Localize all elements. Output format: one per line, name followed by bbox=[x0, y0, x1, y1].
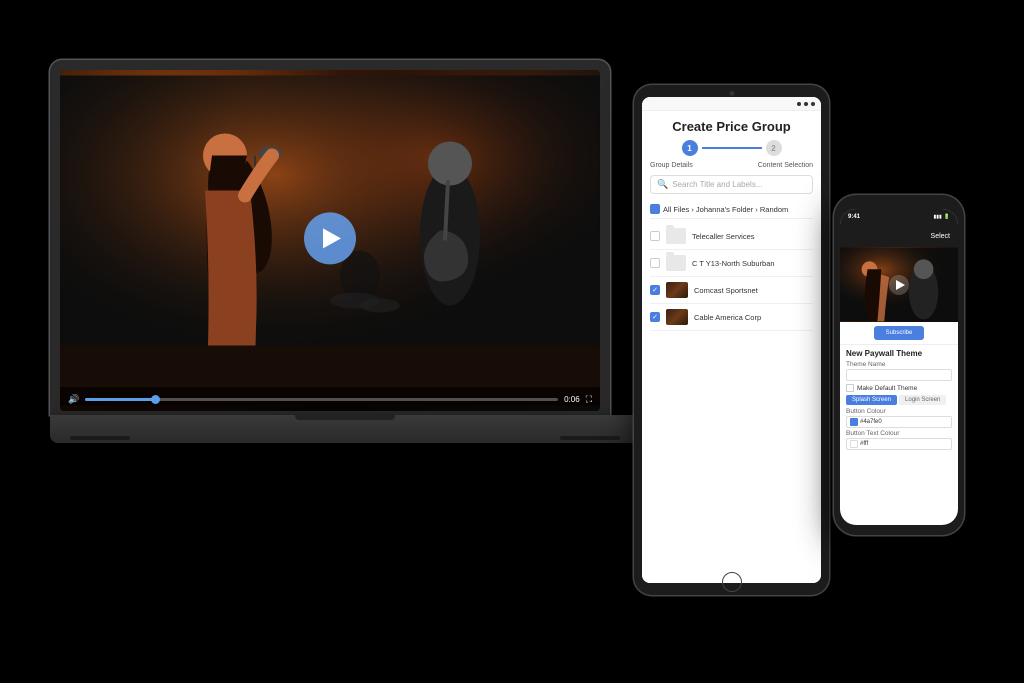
status-dot-3 bbox=[811, 102, 815, 106]
file-name-1: C T Y13-North Suburban bbox=[692, 259, 813, 268]
tablet-screen: Create Price Group 1 2 Group Details bbox=[642, 97, 821, 583]
phone-play-button[interactable] bbox=[889, 275, 909, 295]
phone-notch bbox=[879, 195, 919, 205]
video-controls[interactable]: 🔊 0:06 ⛶ bbox=[60, 387, 600, 411]
laptop-foot-left bbox=[70, 436, 130, 440]
phone-login-tab[interactable]: Login Screen bbox=[899, 395, 946, 405]
search-placeholder: Search Title and Labels... bbox=[672, 180, 762, 189]
tablet-title: Create Price Group bbox=[650, 119, 813, 134]
laptop-hinge bbox=[295, 415, 395, 420]
phone-default-row[interactable]: Make Default Theme bbox=[846, 384, 952, 392]
main-scene: 🔊 0:06 ⛶ bbox=[0, 0, 1024, 683]
laptop-base bbox=[50, 415, 640, 443]
status-dot-2 bbox=[804, 102, 808, 106]
phone-btn-colour-value: #4a7fe0 bbox=[860, 419, 882, 425]
phone-screen: 9:41 ▮▮▮ 🔋 Select bbox=[840, 209, 958, 525]
file-thumb-3 bbox=[666, 309, 688, 325]
video-player[interactable]: 🔊 0:06 ⛶ bbox=[60, 70, 600, 411]
phone-btn-text-colour-label: Button Text Colour bbox=[846, 430, 952, 437]
progress-bar[interactable] bbox=[85, 398, 558, 401]
phone-subscribe-button[interactable]: Subscribe bbox=[874, 326, 924, 340]
phone-theme-name-field[interactable] bbox=[846, 369, 952, 381]
step-1-num: 1 bbox=[687, 144, 691, 153]
steps-bar: 1 2 bbox=[650, 140, 813, 156]
phone-body: 9:41 ▮▮▮ 🔋 Select bbox=[834, 195, 964, 535]
file-item-1[interactable]: C T Y13-North Suburban bbox=[650, 250, 813, 277]
file-checkbox-3[interactable] bbox=[650, 312, 660, 322]
tablet-device: Create Price Group 1 2 Group Details bbox=[634, 85, 829, 595]
file-checkbox-0[interactable] bbox=[650, 231, 660, 241]
file-name-2: Comcast Sportsnet bbox=[694, 286, 813, 295]
file-thumb-img-3 bbox=[666, 309, 688, 325]
phone-device: 9:41 ▮▮▮ 🔋 Select bbox=[834, 195, 964, 535]
play-button[interactable] bbox=[304, 212, 356, 264]
phone-btn-colour-label: Button Colour bbox=[846, 408, 952, 415]
step-1-circle: 1 bbox=[682, 140, 698, 156]
folder-icon-1 bbox=[666, 255, 686, 271]
phone-header: Select bbox=[840, 225, 958, 247]
phone-status-icons: ▮▮▮ 🔋 bbox=[934, 214, 951, 220]
phone-play-icon bbox=[896, 280, 905, 290]
file-item-0[interactable]: Telecaller Services bbox=[650, 223, 813, 250]
step-line bbox=[702, 147, 762, 149]
tablet-body: Create Price Group 1 2 Group Details bbox=[634, 85, 829, 595]
status-dot-1 bbox=[797, 102, 801, 106]
volume-icon[interactable]: 🔊 bbox=[68, 394, 79, 405]
search-icon: 🔍 bbox=[657, 179, 668, 190]
laptop-foot-right bbox=[560, 436, 620, 440]
file-name-0: Telecaller Services bbox=[692, 232, 813, 241]
fullscreen-icon[interactable]: ⛶ bbox=[586, 394, 592, 405]
step-2-num: 2 bbox=[771, 144, 775, 153]
tablet-status-bar bbox=[642, 97, 821, 111]
tablet-home-button[interactable] bbox=[722, 572, 742, 592]
phone-btn-colour-field[interactable]: #4a7fe0 bbox=[846, 416, 952, 428]
phone-splash-tab[interactable]: Splash Screen bbox=[846, 395, 897, 405]
laptop-screen-outer: 🔊 0:06 ⛶ bbox=[50, 60, 610, 415]
phone-theme-name-label: Theme Name bbox=[846, 361, 952, 368]
file-checkbox-1[interactable] bbox=[650, 258, 660, 268]
progress-dot bbox=[151, 395, 160, 404]
step-labels: Group Details Content Selection bbox=[650, 162, 813, 169]
breadcrumb-text: All Files › Johanna's Folder › Random bbox=[663, 205, 788, 214]
play-icon bbox=[323, 228, 341, 248]
phone-paywall-section: New Paywall Theme Theme Name Make Defaul… bbox=[840, 344, 958, 456]
step-2-label: Content Selection bbox=[758, 162, 813, 169]
tablet-camera bbox=[729, 91, 734, 96]
progress-fill bbox=[85, 398, 156, 401]
phone-status-bar: 9:41 ▮▮▮ 🔋 bbox=[840, 209, 958, 225]
file-thumb-2 bbox=[666, 282, 688, 298]
file-thumb-img-2 bbox=[666, 282, 688, 298]
phone-select-button[interactable]: Select bbox=[931, 233, 950, 240]
laptop-device: 🔊 0:06 ⛶ bbox=[50, 60, 640, 480]
laptop-screen-inner: 🔊 0:06 ⛶ bbox=[60, 70, 600, 411]
step-1-label: Group Details bbox=[650, 162, 693, 169]
step-2-circle: 2 bbox=[766, 140, 782, 156]
tablet-content: Create Price Group 1 2 Group Details bbox=[642, 111, 821, 583]
file-name-3: Cable America Corp bbox=[694, 313, 813, 322]
phone-btn-text-colour-value: #fff bbox=[860, 441, 868, 447]
all-files-checkbox[interactable] bbox=[650, 204, 660, 214]
phone-btn-colour-swatch bbox=[850, 418, 858, 426]
phone-video-thumb[interactable] bbox=[840, 247, 958, 322]
phone-time: 9:41 bbox=[848, 214, 860, 220]
phone-signal-icon: ▮▮▮ bbox=[934, 214, 942, 220]
phone-tab-row: Splash Screen Login Screen bbox=[846, 395, 952, 405]
phone-battery-icon: 🔋 bbox=[944, 214, 950, 220]
phone-paywall-title: New Paywall Theme bbox=[846, 349, 952, 358]
file-item-3[interactable]: Cable America Corp bbox=[650, 304, 813, 331]
file-item-2[interactable]: Comcast Sportsnet bbox=[650, 277, 813, 304]
phone-default-checkbox[interactable] bbox=[846, 384, 854, 392]
phone-btn-text-colour-field[interactable]: #fff bbox=[846, 438, 952, 450]
video-time: 0:06 bbox=[564, 395, 580, 404]
phone-default-label: Make Default Theme bbox=[857, 385, 917, 392]
breadcrumb-row: All Files › Johanna's Folder › Random bbox=[650, 200, 813, 219]
file-checkbox-2[interactable] bbox=[650, 285, 660, 295]
phone-btn-text-colour-swatch bbox=[850, 440, 858, 448]
search-bar[interactable]: 🔍 Search Title and Labels... bbox=[650, 175, 813, 194]
folder-icon-0 bbox=[666, 228, 686, 244]
